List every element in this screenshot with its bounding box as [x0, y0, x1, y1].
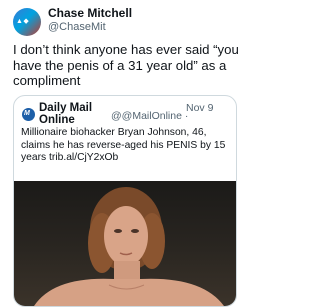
quoted-photo[interactable]	[14, 181, 236, 306]
quoted-source-handle[interactable]: @@MailOnline ·	[111, 110, 188, 122]
quoted-text: Millionaire biohacker Bryan Johnson, 46,…	[21, 127, 226, 164]
quoted-tweet-card[interactable]: M Daily Mail Online @@MailOnline · Nov 9…	[13, 95, 237, 307]
tweet-text: I don’t think anyone has ever said “you …	[13, 42, 239, 88]
author-avatar[interactable]: ▲◆	[13, 8, 41, 36]
author-name[interactable]: Chase Mitchell	[48, 6, 132, 20]
avatar-art-icon: ▲◆	[16, 18, 30, 25]
quoted-source-name[interactable]: Daily Mail Online	[39, 102, 99, 126]
daily-mail-logo-icon: M	[22, 108, 35, 121]
quoted-date[interactable]: Nov 9	[186, 102, 213, 114]
author-handle[interactable]: @ChaseMit	[48, 21, 106, 33]
